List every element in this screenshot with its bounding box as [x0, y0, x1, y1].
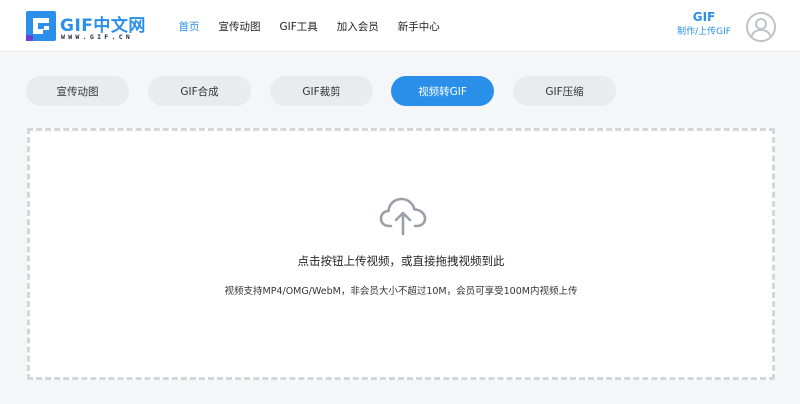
- upload-instruction: 点击按钮上传视频，或直接拖拽视频到此: [297, 254, 505, 268]
- make-gif-subtitle: 制作/上传GIF: [677, 27, 731, 37]
- top-header: GIF中文网 WWW.GIF.CN 首页 宣传动图 GIF工具 加入会员 新手中…: [0, 0, 800, 52]
- nav-join-member[interactable]: 加入会员: [337, 19, 379, 34]
- tab-gif-compose[interactable]: GIF合成: [148, 76, 251, 106]
- upload-dropzone[interactable]: 点击按钮上传视频，或直接拖拽视频到此 视频支持MP4/OMG/WebM，非会员大…: [27, 128, 775, 380]
- nav-home[interactable]: 首页: [179, 19, 200, 34]
- logo-mark-icon: [26, 11, 56, 41]
- tab-gif-compress[interactable]: GIF压缩: [513, 76, 616, 106]
- make-gif-title: GIF: [692, 10, 716, 24]
- upload-requirements: 视频支持MP4/OMG/WebM，非会员大小不超过10M，会员可享受100M内视…: [224, 286, 578, 297]
- tab-video-to-gif[interactable]: 视频转GIF: [391, 76, 494, 106]
- nav-beginner-center[interactable]: 新手中心: [398, 19, 440, 34]
- make-upload-gif-button[interactable]: GIF 制作/上传GIF: [668, 10, 740, 39]
- tab-promo-gifs[interactable]: 宣传动图: [26, 76, 129, 106]
- user-avatar-icon: [750, 18, 772, 40]
- site-logo[interactable]: GIF中文网 WWW.GIF.CN: [26, 11, 150, 43]
- tab-gif-crop[interactable]: GIF裁剪: [270, 76, 373, 106]
- nav-promo-gifs[interactable]: 宣传动图: [219, 19, 261, 34]
- logo-url: WWW.GIF.CN: [61, 33, 134, 41]
- cloud-upload-icon[interactable]: [379, 194, 427, 236]
- user-avatar[interactable]: [746, 12, 776, 42]
- nav-gif-tools[interactable]: GIF工具: [280, 19, 318, 34]
- main-nav: 首页 宣传动图 GIF工具 加入会员 新手中心: [169, 0, 449, 52]
